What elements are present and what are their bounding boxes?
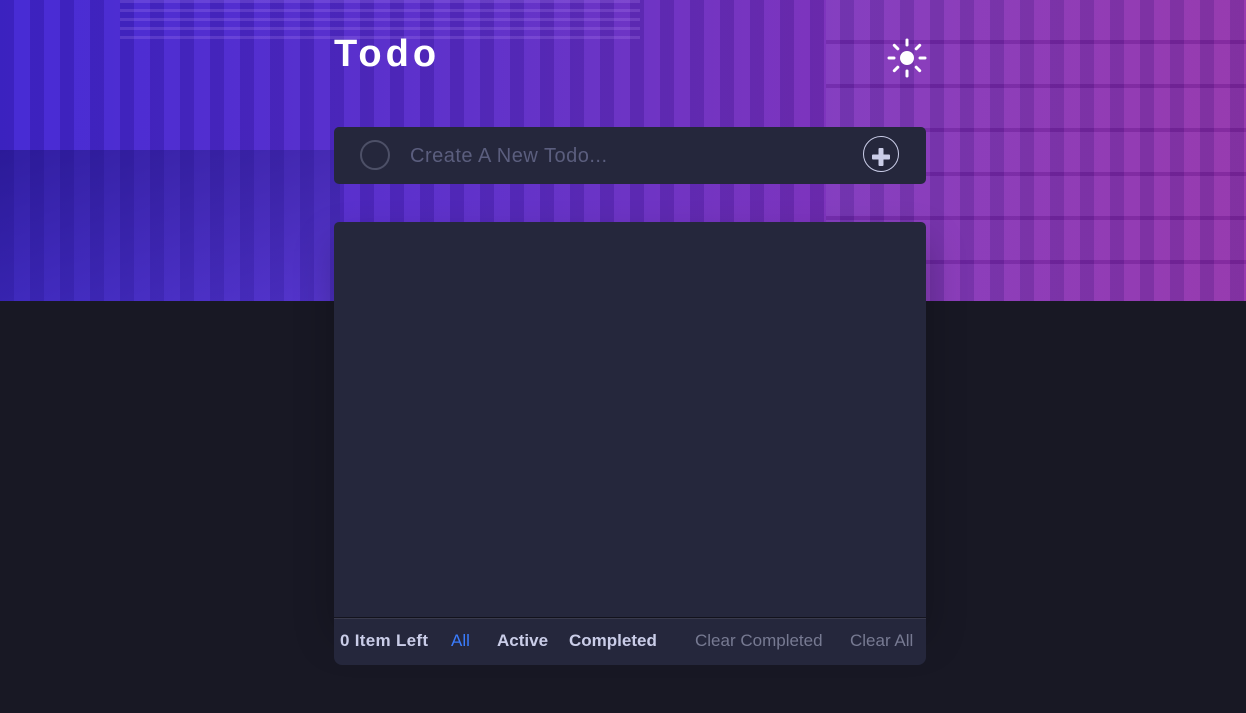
- new-todo-input[interactable]: [408, 137, 852, 175]
- clear-all-button[interactable]: Clear All: [850, 631, 913, 651]
- todo-list: [334, 222, 926, 617]
- todo-app: Todo 0 Item Left: [0, 0, 1246, 713]
- todo-footer: 0 Item Left All Active Completed Clear C…: [334, 618, 926, 665]
- new-todo-check-circle[interactable]: [360, 140, 390, 170]
- filter-all[interactable]: All: [451, 631, 470, 651]
- sun-icon: [887, 38, 927, 78]
- theme-toggle-button[interactable]: [886, 37, 928, 79]
- clear-completed-button[interactable]: Clear Completed: [695, 631, 823, 651]
- new-todo-bar: [334, 127, 926, 184]
- app-title: Todo: [334, 33, 441, 75]
- filter-completed[interactable]: Completed: [569, 631, 657, 651]
- items-left-count: 0 Item Left: [340, 631, 429, 650]
- plus-icon: [872, 148, 890, 166]
- filter-active[interactable]: Active: [497, 631, 548, 651]
- add-todo-button[interactable]: [863, 136, 899, 172]
